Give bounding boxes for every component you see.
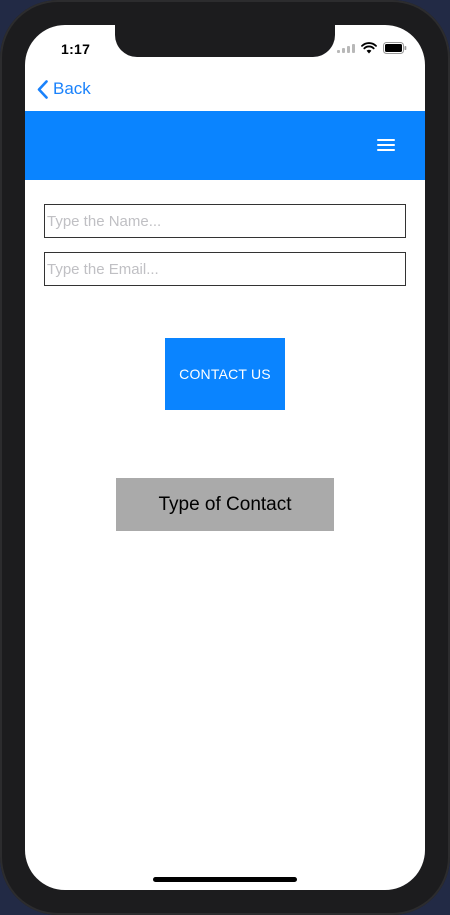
contact-us-button[interactable]: CONTACT US [165, 338, 285, 410]
email-input[interactable] [44, 252, 406, 286]
wifi-icon [361, 42, 377, 54]
header-bar [25, 111, 425, 180]
phone-frame: 1:17 Back Type the Name... Type the Emai… [0, 0, 450, 915]
chevron-left-icon [37, 79, 48, 99]
back-button-label: Back [53, 79, 91, 98]
status-icons [337, 42, 407, 54]
battery-icon [383, 42, 407, 54]
status-time: 1:17 [61, 41, 91, 57]
name-input[interactable] [44, 204, 406, 238]
cellular-signal-icon [337, 43, 355, 53]
hamburger-menu-icon[interactable] [377, 139, 395, 151]
device-notch [115, 25, 335, 57]
type-of-contact-button[interactable]: Type of Contact [116, 478, 334, 531]
app-screen: 1:17 Back Type the Name... Type the Emai… [25, 25, 425, 890]
back-button[interactable]: Back [37, 79, 91, 99]
home-indicator [153, 877, 297, 882]
